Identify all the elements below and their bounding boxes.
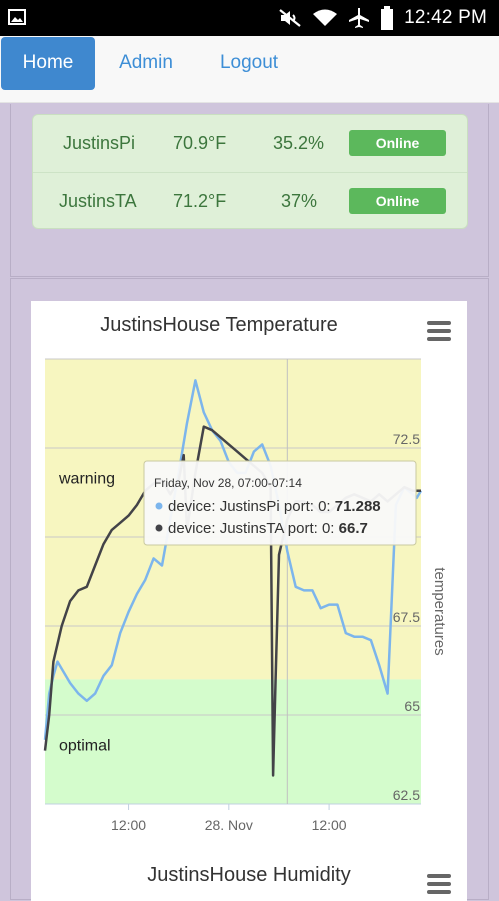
device-temperature: 71.2°F: [173, 191, 227, 211]
humidity-chart-title: JustinsHouse Humidity: [147, 864, 351, 886]
status-badge: Online: [349, 188, 446, 214]
airplane-icon: [349, 8, 370, 28]
temperature-chart-card: warning optimal 62.5 65 67.5 72.5 12:00 28. Nov…: [31, 301, 467, 901]
y-tick-label: 65: [404, 698, 420, 714]
status-badge: Online: [349, 130, 446, 156]
temperature-chart[interactable]: warning optimal 62.5 65 67.5 72.5 12:00 28. Nov…: [31, 301, 467, 861]
y-tick-label: 62.5: [393, 787, 420, 803]
humidity-chart-menu-icon[interactable]: [427, 874, 451, 894]
mute-icon: [279, 9, 301, 27]
y-tick-label: 67.5: [393, 609, 420, 625]
wifi-icon: [313, 9, 338, 26]
x-tick-label: 12:00: [312, 817, 347, 833]
nav-admin-link[interactable]: Admin: [104, 36, 188, 90]
y-tick-label: 72.5: [393, 431, 420, 447]
device-name: JustinsPi: [63, 133, 136, 153]
tooltip-row: device: JustinsTA port: 0: 66.7: [168, 520, 368, 537]
clock: 12:42 PM: [404, 7, 487, 28]
plot-band-label: warning: [58, 471, 115, 488]
chart-menu-icon[interactable]: [427, 321, 451, 341]
tooltip-row: device: JustinsPi port: 0: 71.288: [168, 498, 381, 515]
device-humidity: 35.2%: [273, 133, 325, 153]
device-table: JustinsPi 70.9°F 35.2% Online JustinsTA …: [32, 114, 468, 229]
tooltip-header: Friday, Nov 28, 07:00-07:14: [154, 476, 302, 490]
navbar: Home Admin Logout: [0, 36, 499, 103]
x-tick-label: 28. Nov: [205, 817, 253, 833]
status-bar: 12:42 PM: [0, 0, 499, 36]
x-tick-label: 12:00: [111, 817, 146, 833]
battery-icon: [381, 6, 394, 30]
table-row[interactable]: JustinsPi 70.9°F 35.2% Online: [33, 115, 467, 171]
nav-logout-link[interactable]: Logout: [204, 36, 294, 90]
tooltip-series-marker: [155, 524, 163, 532]
device-name: JustinsTA: [59, 191, 137, 211]
y-axis-title: temperatures: [431, 567, 448, 655]
device-temperature: 70.9°F: [173, 133, 227, 153]
nav-home-link[interactable]: Home: [1, 37, 95, 90]
tooltip-series-marker: [155, 502, 163, 510]
table-row[interactable]: JustinsTA 71.2°F 37% Online: [33, 172, 467, 229]
plot-band-label: optimal: [59, 738, 111, 755]
image-icon: [8, 9, 26, 25]
device-humidity: 37%: [281, 191, 318, 211]
chart-title: JustinsHouse Temperature: [100, 314, 338, 336]
